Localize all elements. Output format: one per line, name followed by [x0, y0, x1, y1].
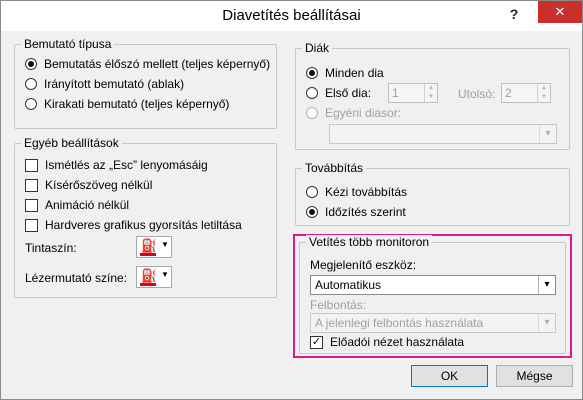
- ok-button[interactable]: OK: [411, 365, 488, 387]
- paint-bucket-icon: ⛽: [141, 268, 158, 283]
- dialog-window: Diavetítés beállításai ? ✕ Bemutató típu…: [0, 0, 583, 400]
- display-device-dropdown[interactable]: Automatikus ▾: [310, 275, 556, 295]
- checkbox-without-animation[interactable]: Animáció nélkül: [25, 198, 129, 212]
- radio-label: Kirakati bemutató (teljes képernyő): [44, 97, 230, 111]
- show-options-legend: Egyéb beállítások: [21, 136, 122, 150]
- radio-icon[interactable]: [25, 78, 37, 90]
- radio-icon[interactable]: [306, 87, 318, 99]
- advance-legend: Továbbítás: [302, 161, 367, 175]
- radio-icon[interactable]: [306, 107, 318, 119]
- checkbox-label: Ismétlés az „Esc” lenyomásáig: [45, 158, 208, 172]
- radio-icon[interactable]: [25, 58, 37, 70]
- pen-color-label: Tintaszín:: [25, 241, 77, 255]
- from-slide-value: 1: [392, 86, 399, 100]
- dropdown-arrow-icon: ▼: [161, 270, 169, 279]
- checkmark-icon[interactable]: ✓: [310, 335, 323, 349]
- radio-label: Minden dia: [325, 66, 384, 80]
- display-device-value: Automatikus: [315, 278, 382, 292]
- radio-from-slide[interactable]: Első dia:: [306, 86, 371, 100]
- radio-custom-show[interactable]: Egyéni diasor:: [306, 106, 401, 120]
- radio-icon[interactable]: [306, 206, 318, 218]
- checkbox-label: Előadói nézet használata: [330, 335, 465, 349]
- checkbox-label: Kísérőszöveg nélkül: [45, 178, 153, 192]
- resolution-dropdown[interactable]: A jelenlegi felbontás használata ▾: [310, 313, 556, 333]
- radio-icon[interactable]: [306, 67, 318, 79]
- radio-all-slides[interactable]: Minden dia: [306, 66, 384, 80]
- radio-use-timings[interactable]: Időzítés szerint: [306, 205, 406, 219]
- resolution-label: Felbontás:: [310, 298, 367, 312]
- to-slide-spinner[interactable]: 2 ▲ ▼: [501, 83, 551, 103]
- show-type-legend: Bemutató típusa: [21, 37, 115, 51]
- display-device-label: Megjelenítő eszköz:: [310, 258, 417, 272]
- slides-legend: Diák: [302, 41, 333, 55]
- show-type-group: Bemutató típusa Bemutatás élőszó mellett…: [14, 37, 277, 129]
- pen-color-swatch: [140, 253, 156, 256]
- radio-label: Kézi továbbítás: [325, 185, 408, 199]
- radio-manual-advance[interactable]: Kézi továbbítás: [306, 185, 407, 199]
- radio-label: Irányított bemutató (ablak): [44, 77, 185, 91]
- radio-label: Egyéni diasor:: [325, 106, 402, 120]
- show-options-group: Egyéb beállítások Ismétlés az „Esc” leny…: [14, 136, 277, 298]
- custom-show-dropdown[interactable]: ▾: [329, 124, 557, 144]
- paint-bucket-icon: ⛽: [141, 238, 158, 253]
- dropdown-arrow-icon: ▼: [161, 240, 169, 249]
- from-slide-spinner[interactable]: 1 ▲ ▼: [388, 83, 438, 103]
- slides-group: Diák Minden dia Első dia: 1 ▲ ▼ Utolsó: 2…: [295, 41, 570, 150]
- radio-label: Bemutatás élőszó mellett (teljes képerny…: [44, 57, 271, 71]
- checkbox-icon[interactable]: [25, 218, 38, 232]
- radio-label: Időzítés szerint: [325, 205, 406, 219]
- radio-icon[interactable]: [25, 98, 37, 110]
- chevron-down-icon: ▾: [538, 276, 555, 294]
- laser-color-swatch: [140, 283, 156, 286]
- dialog-title: Diavetítés beállításai: [222, 7, 361, 24]
- checkbox-presenter-view[interactable]: ✓ Előadói nézet használata: [310, 335, 464, 349]
- spinner-arrows-icon[interactable]: ▲ ▼: [424, 84, 437, 102]
- chevron-down-icon: ▾: [538, 314, 555, 332]
- radio-browsed-at-kiosk[interactable]: Kirakati bemutató (teljes képernyő): [25, 97, 229, 111]
- checkbox-icon[interactable]: [25, 178, 38, 192]
- checkbox-label: Hardveres grafikus gyorsítás letiltása: [45, 218, 242, 232]
- pen-color-picker[interactable]: ⛽ ▼: [136, 236, 172, 258]
- checkbox-icon[interactable]: [25, 198, 38, 212]
- checkbox-icon[interactable]: [25, 158, 38, 172]
- help-button[interactable]: ?: [499, 6, 529, 26]
- checkbox-loop-until-esc[interactable]: Ismétlés az „Esc” lenyomásáig: [25, 158, 208, 172]
- checkbox-without-narration[interactable]: Kísérőszöveg nélkül: [25, 178, 152, 192]
- cancel-button[interactable]: Mégse: [496, 365, 573, 387]
- resolution-value: A jelenlegi felbontás használata: [315, 316, 484, 330]
- checkbox-disable-hw-acceleration[interactable]: Hardveres grafikus gyorsítás letiltása: [25, 218, 242, 232]
- to-slide-value: 2: [505, 86, 512, 100]
- chevron-down-icon: ▾: [539, 125, 556, 143]
- radio-icon[interactable]: [306, 186, 318, 198]
- spinner-arrows-icon[interactable]: ▲ ▼: [537, 84, 550, 102]
- close-button[interactable]: ✕: [538, 1, 582, 23]
- to-slide-label: Utolsó:: [458, 87, 496, 101]
- radio-label: Első dia:: [325, 86, 372, 100]
- title-bar: Diavetítés beállításai ? ✕: [1, 1, 582, 31]
- advance-group: Továbbítás Kézi továbbítás Időzítés szer…: [295, 161, 570, 226]
- laser-color-picker[interactable]: ⛽ ▼: [136, 266, 172, 288]
- radio-browsed-by-individual[interactable]: Irányított bemutató (ablak): [25, 77, 184, 91]
- radio-presented-by-speaker[interactable]: Bemutatás élőszó mellett (teljes képerny…: [25, 57, 270, 71]
- monitors-legend: Vetítés több monitoron: [306, 235, 433, 249]
- laser-color-label: Lézermutató színe:: [25, 271, 128, 285]
- monitors-group: Vetítés több monitoron Megjelenítő eszkö…: [299, 235, 566, 354]
- checkbox-label: Animáció nélkül: [45, 198, 130, 212]
